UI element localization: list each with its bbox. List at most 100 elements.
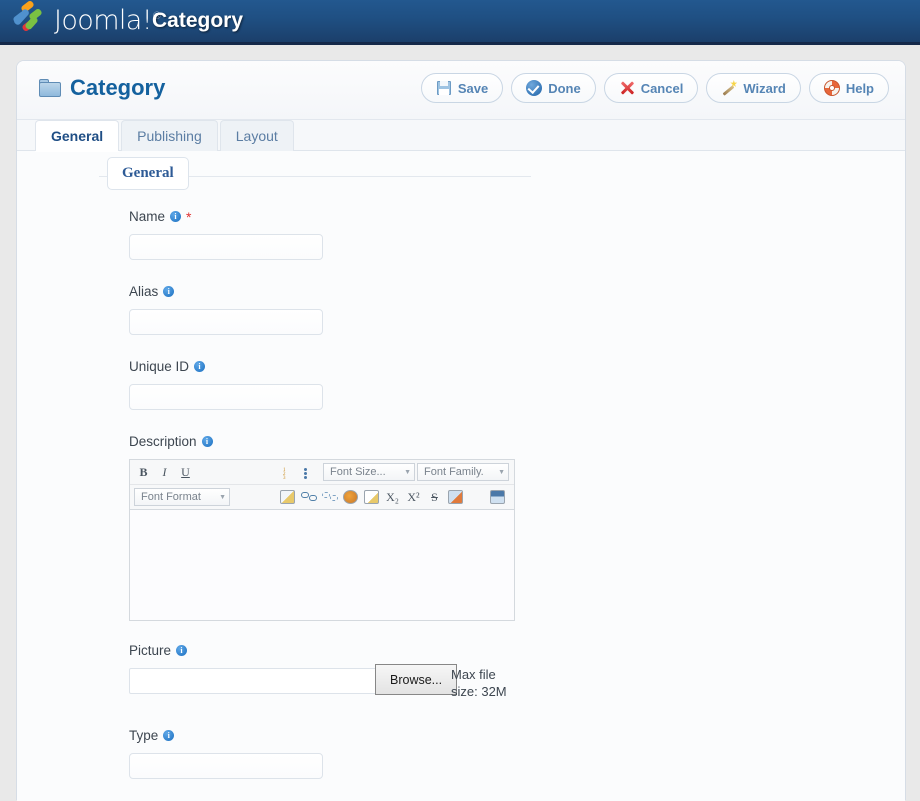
alias-input[interactable] bbox=[129, 309, 323, 335]
paste-from-word-icon[interactable] bbox=[278, 488, 297, 506]
joomla-logo-icon bbox=[10, 0, 46, 38]
floppy-disk-icon bbox=[436, 80, 452, 96]
edit-source-icon[interactable] bbox=[362, 488, 381, 506]
help-button-label: Help bbox=[845, 80, 874, 96]
field-name: Name i * bbox=[129, 209, 531, 260]
subscript-icon[interactable]: X₂ bbox=[383, 488, 402, 506]
underline-icon[interactable]: U bbox=[176, 463, 195, 481]
chevron-down-icon: ▼ bbox=[219, 493, 226, 501]
field-description: Description i B I U 1 2 3 Font Size... ▼… bbox=[129, 434, 531, 621]
field-type-label: Type i bbox=[129, 728, 531, 743]
info-icon[interactable]: i bbox=[176, 645, 188, 656]
info-icon[interactable]: i bbox=[170, 211, 182, 222]
field-unique-id: Unique ID i bbox=[129, 359, 531, 410]
field-description-label-text: Description bbox=[129, 434, 197, 449]
info-icon[interactable]: i bbox=[201, 436, 213, 447]
cancel-button[interactable]: Cancel bbox=[603, 73, 699, 103]
font-family-select[interactable]: Font Family. ▼ bbox=[417, 463, 509, 481]
align-center-icon[interactable] bbox=[218, 463, 237, 481]
wizard-button-label: Wizard bbox=[743, 80, 786, 96]
picture-file-row: Browse... Max file size: 32M bbox=[129, 664, 531, 700]
info-icon[interactable]: i bbox=[163, 286, 175, 297]
panel-header: Category Save Done Cancel Wizard Help bbox=[17, 61, 905, 120]
font-size-select[interactable]: Font Size... ▼ bbox=[323, 463, 415, 481]
field-alias: Alias i bbox=[129, 284, 531, 335]
unordered-list-icon[interactable] bbox=[302, 463, 321, 481]
remove-format-icon[interactable] bbox=[446, 488, 465, 506]
info-icon[interactable]: i bbox=[163, 730, 175, 741]
tab-bar: General Publishing Layout bbox=[17, 120, 905, 151]
folder-icon bbox=[39, 79, 61, 97]
life-ring-icon bbox=[823, 80, 840, 96]
indent-icon[interactable] bbox=[257, 488, 276, 506]
general-fieldset: General Name i * Alias i Unique ID i Des… bbox=[99, 157, 531, 779]
help-button[interactable]: Help bbox=[808, 73, 889, 103]
app-header-bar: Joomla!® Category bbox=[0, 0, 920, 45]
tab-layout[interactable]: Layout bbox=[219, 120, 294, 151]
save-button-label: Save bbox=[457, 80, 489, 96]
font-format-value: Font Format bbox=[141, 491, 201, 503]
text-color-icon[interactable] bbox=[341, 488, 360, 506]
insert-image-icon[interactable] bbox=[488, 488, 507, 506]
chevron-down-icon: ▼ bbox=[404, 468, 411, 476]
joomla-brand[interactable]: Joomla!® bbox=[10, 0, 162, 38]
align-justify-icon[interactable] bbox=[260, 463, 279, 481]
max-file-size-note: Max file size: 32M bbox=[451, 666, 507, 700]
outdent-icon[interactable] bbox=[236, 488, 255, 506]
editor-content-area[interactable] bbox=[130, 510, 514, 620]
cancel-button-label: Cancel bbox=[640, 80, 684, 96]
form-body: General Name i * Alias i Unique ID i Des… bbox=[17, 151, 905, 801]
superscript-icon[interactable]: X² bbox=[404, 488, 423, 506]
align-left-icon[interactable] bbox=[197, 463, 216, 481]
field-name-label: Name i * bbox=[129, 209, 531, 224]
unlink-icon[interactable] bbox=[320, 488, 339, 506]
field-alias-label: Alias i bbox=[129, 284, 531, 299]
tab-general[interactable]: General bbox=[35, 120, 120, 151]
bold-icon[interactable]: B bbox=[134, 463, 153, 481]
max-file-size-line-2: size: 32M bbox=[451, 684, 507, 699]
check-circle-icon bbox=[526, 80, 543, 96]
ordered-list-icon[interactable]: 123 bbox=[281, 463, 300, 481]
tab-publishing[interactable]: Publishing bbox=[121, 120, 218, 151]
editor-toolbar-row-1: B I U 123 Font Size... ▼ Font Family. ▼ bbox=[130, 460, 514, 485]
field-alias-label-text: Alias bbox=[129, 284, 159, 299]
content-panel: Category Save Done Cancel Wizard Help Ge… bbox=[16, 60, 906, 801]
unique-id-input[interactable] bbox=[129, 384, 323, 410]
type-input[interactable] bbox=[129, 753, 323, 779]
editor-toolbar-row-2: Font Format ▼ X₂ X² S bbox=[130, 485, 514, 510]
field-type: Type i bbox=[129, 728, 531, 779]
align-right-icon[interactable] bbox=[239, 463, 258, 481]
save-button[interactable]: Save bbox=[420, 73, 504, 103]
strikethrough-icon[interactable]: S bbox=[425, 488, 444, 506]
field-type-label-text: Type bbox=[129, 728, 159, 743]
chevron-down-icon: ▼ bbox=[498, 468, 505, 476]
field-unique-id-label: Unique ID i bbox=[129, 359, 531, 374]
insert-link-icon[interactable] bbox=[299, 488, 318, 506]
page-title-block: Category bbox=[39, 75, 165, 101]
magic-wand-icon bbox=[721, 80, 738, 96]
field-description-label: Description i bbox=[129, 434, 531, 449]
field-picture: Picture i Browse... Max file size: 32M bbox=[129, 643, 531, 700]
max-file-size-line-1: Max file bbox=[451, 667, 496, 682]
toolbar: Save Done Cancel Wizard Help bbox=[420, 73, 889, 103]
field-unique-id-label-text: Unique ID bbox=[129, 359, 190, 374]
info-icon[interactable]: i bbox=[194, 361, 206, 372]
done-button-label: Done bbox=[548, 80, 581, 96]
header-page-title: Category bbox=[152, 9, 244, 32]
font-family-value: Font Family. bbox=[424, 466, 484, 478]
joomla-wordmark: Joomla!® bbox=[54, 4, 162, 36]
browse-button[interactable]: Browse... bbox=[375, 664, 458, 695]
done-button[interactable]: Done bbox=[511, 73, 596, 103]
horizontal-rule-icon[interactable] bbox=[467, 488, 486, 506]
font-format-select[interactable]: Font Format ▼ bbox=[134, 488, 230, 506]
rich-text-editor: B I U 123 Font Size... ▼ Font Family. ▼ … bbox=[129, 459, 515, 621]
name-input[interactable] bbox=[129, 234, 323, 260]
page-title: Category bbox=[70, 75, 166, 100]
wizard-button[interactable]: Wizard bbox=[706, 73, 801, 103]
font-size-value: Font Size... bbox=[330, 466, 386, 478]
italic-icon[interactable]: I bbox=[155, 463, 174, 481]
brand-text: Joomla! bbox=[54, 4, 153, 36]
fieldset-legend: General bbox=[107, 157, 189, 190]
field-picture-label-text: Picture bbox=[129, 643, 172, 658]
field-picture-label: Picture i bbox=[129, 643, 531, 658]
